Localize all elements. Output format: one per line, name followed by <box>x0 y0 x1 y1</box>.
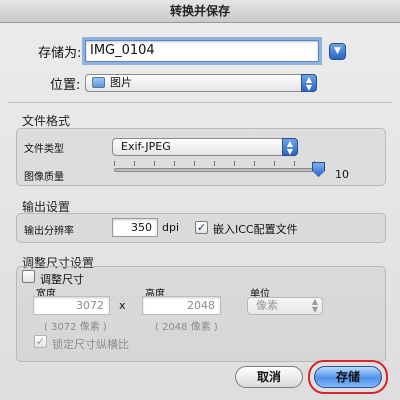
location-popup[interactable]: 图片 ▲ ▼ <box>85 74 317 92</box>
resolution-unit: dpi <box>162 221 180 234</box>
convert-save-dialog: 转换并保存 存储为: IMG_0104 ▼ 位置: 图片 ▲ ▼ 文件格式 文件类… <box>0 0 400 400</box>
width-pixels: ( 3072 像素 ) <box>44 322 107 333</box>
embed-icc-checkbox[interactable]: ✓ <box>195 221 208 234</box>
folder-icon <box>92 77 105 88</box>
quality-label: 图像质量 <box>24 172 64 183</box>
unit-popup[interactable]: 像素 ▲ ▼ <box>247 297 323 315</box>
popup-arrows-icon: ▲ ▼ <box>282 138 298 156</box>
file-format-heading: 文件格式 <box>22 114 71 128</box>
save-as-label: 存储为: <box>38 46 82 61</box>
file-format-group <box>16 128 386 186</box>
quality-value: 10 <box>335 168 349 181</box>
file-type-value: Exif-JPEG <box>121 140 171 153</box>
lock-aspect-label: 锁定尺寸纵横比 <box>52 338 129 351</box>
window-title: 转换并保存 <box>0 0 400 23</box>
file-type-label: 文件类型 <box>24 144 64 155</box>
resolution-field[interactable]: 350 <box>112 218 158 237</box>
file-type-popup[interactable]: Exif-JPEG ▲ ▼ <box>112 138 298 156</box>
resize-checkbox[interactable] <box>22 270 35 283</box>
quality-slider-track[interactable] <box>114 168 318 172</box>
popup-arrows-icon: ▲ ▼ <box>301 74 317 92</box>
popup-arrows-icon: ▲ ▼ <box>311 297 319 314</box>
height-field[interactable]: 2048 <box>142 296 221 315</box>
embed-icc-label: 嵌入ICC配置文件 <box>213 223 298 236</box>
lock-aspect-checkbox[interactable]: ✓ <box>34 335 47 348</box>
resolution-label: 输出分辨率 <box>24 226 74 237</box>
filename-field[interactable]: IMG_0104 <box>85 40 319 62</box>
expand-button[interactable]: ▼ <box>329 43 346 60</box>
height-pixels: ( 2048 像素 ) <box>155 322 218 333</box>
location-label: 位置: <box>50 78 81 93</box>
checkmark-icon: ✓ <box>196 221 207 234</box>
cancel-button[interactable]: 取消 <box>235 366 303 388</box>
divider <box>8 102 392 103</box>
chevron-down-icon: ▼ <box>334 46 341 56</box>
location-value: 图片 <box>110 76 132 89</box>
quality-slider-ticks <box>114 161 315 166</box>
checkmark-icon: ✓ <box>35 335 46 348</box>
unit-value: 像素 <box>256 299 278 312</box>
width-field[interactable]: 3072 <box>33 296 110 315</box>
times-sign: x <box>119 299 126 312</box>
save-button[interactable]: 存储 <box>314 366 382 388</box>
